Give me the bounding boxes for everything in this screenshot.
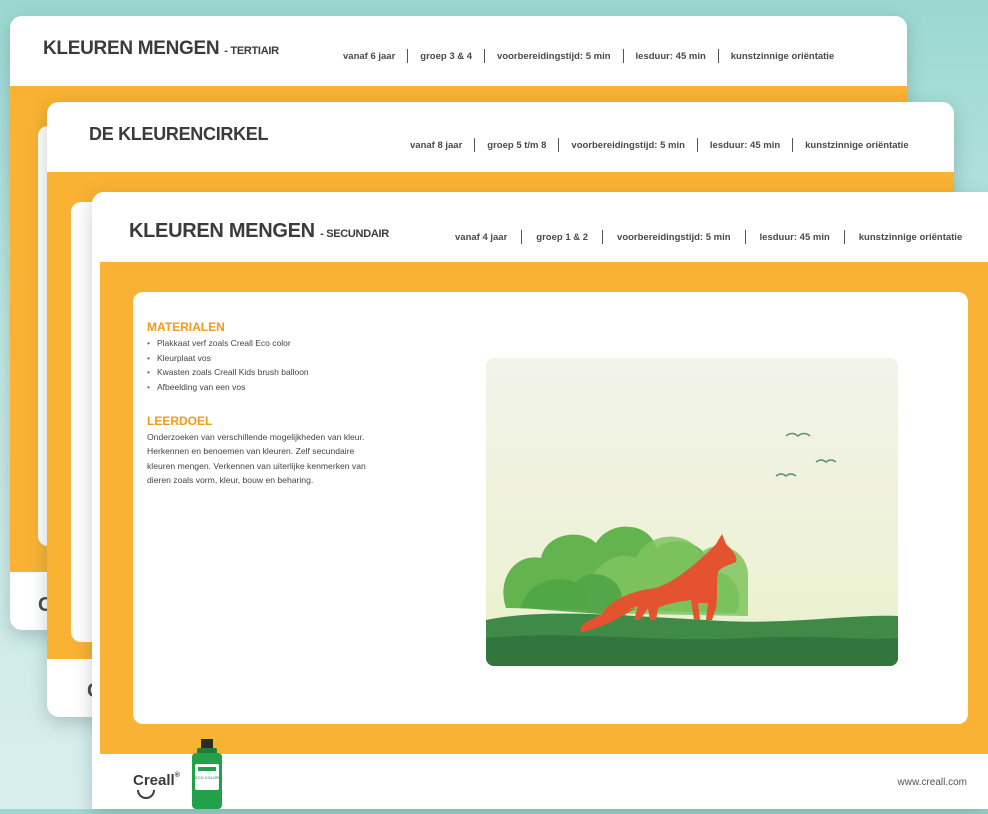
- meta-prep-time: voorbereidingstijd: 5 min: [497, 50, 611, 62]
- card-meta: vanaf 6 jaar groep 3 & 4 voorbereidingst…: [343, 49, 834, 63]
- creall-logo-text: Creall: [133, 772, 175, 789]
- goal-line: dieren zoals vorm, kleur, bouw en behari…: [147, 474, 314, 485]
- goal-line: Onderzoeken van verschillende mogelijkhe…: [147, 432, 365, 442]
- meta-divider: [792, 138, 794, 152]
- creall-logo-mark: ®: [174, 772, 180, 779]
- goal-heading: LEERDOEL: [147, 414, 213, 428]
- materials-item: Plakkaat verf zoals Creall Eco color: [147, 336, 309, 351]
- bottle-label: ECO COLOR: [195, 775, 219, 780]
- website-link[interactable]: www.creall.com: [898, 777, 967, 788]
- materials-item: Kwasten zoals Creall Kids brush balloon: [147, 365, 309, 380]
- card-title: DE KLEURENCIRKEL: [89, 124, 269, 144]
- goal-text: Onderzoeken van verschillende mogelijkhe…: [147, 430, 407, 487]
- card-title-text: KLEUREN MENGEN: [129, 220, 315, 242]
- meta-subject: kunstzinnige oriëntatie: [858, 231, 963, 243]
- meta-duration: lesduur: 45 min: [759, 231, 830, 243]
- card-subtitle: - SECUNDAIR: [320, 228, 389, 240]
- meta-subject: kunstzinnige oriëntatie: [730, 50, 835, 62]
- meta-age: vanaf 4 jaar: [455, 231, 508, 243]
- meta-divider: [474, 138, 476, 152]
- materials-item: Kleurplaat vos: [147, 351, 309, 366]
- goal-line: kleuren mengen. Verkennen van uiterlijke…: [147, 460, 366, 471]
- meta-group: groep 1 & 2: [536, 231, 589, 243]
- meta-duration: lesduur: 45 min: [635, 50, 706, 62]
- fox-painting-illustration: [486, 358, 898, 666]
- meta-divider: [717, 49, 719, 63]
- goal-line: Herkennen en benoemen van kleuren. Zelf …: [147, 446, 355, 457]
- meta-group: groep 5 t/m 8: [487, 139, 547, 151]
- meta-divider: [558, 138, 560, 152]
- materials-item: Afbeelding van een vos: [147, 380, 309, 395]
- meta-divider: [484, 49, 486, 63]
- meta-divider: [744, 230, 746, 244]
- meta-divider: [407, 49, 409, 63]
- meta-divider: [696, 138, 698, 152]
- card-subtitle: - TERTIAIR: [224, 45, 279, 57]
- meta-divider: [622, 49, 624, 63]
- meta-divider: [521, 230, 523, 244]
- fox-painting-image: [486, 358, 898, 666]
- card-header: KLEUREN MENGEN - SECUNDAIR vanaf 4 jaar …: [92, 192, 988, 262]
- meta-prep-time: voorbereidingstijd: 5 min: [617, 231, 731, 243]
- meta-group: groep 3 & 4: [420, 50, 473, 62]
- card-title: KLEUREN MENGEN - SECUNDAIR: [129, 220, 389, 243]
- meta-divider: [843, 230, 845, 244]
- card-inner-panel: MATERIALEN Plakkaat verf zoals Creall Ec…: [133, 292, 968, 724]
- creall-logo: Creall®: [133, 772, 180, 789]
- paint-bottle-image: ECO COLOR: [189, 739, 225, 809]
- card-meta: vanaf 4 jaar groep 1 & 2 voorbereidingst…: [455, 230, 962, 244]
- meta-age: vanaf 6 jaar: [343, 50, 396, 62]
- materials-heading: MATERIALEN: [147, 320, 225, 334]
- card-orange-panel: MATERIALEN Plakkaat verf zoals Creall Ec…: [100, 262, 988, 754]
- meta-divider: [602, 230, 604, 244]
- card-header: KLEUREN MENGEN - TERTIAIR vanaf 6 jaar g…: [10, 16, 907, 86]
- card-header: DE KLEURENCIRKEL vanaf 8 jaar groep 5 t/…: [47, 102, 954, 172]
- meta-age: vanaf 8 jaar: [410, 139, 463, 151]
- meta-subject: kunstzinnige oriëntatie: [805, 139, 909, 151]
- lesson-card-secundair[interactable]: KLEUREN MENGEN - SECUNDAIR vanaf 4 jaar …: [92, 192, 988, 809]
- card-meta: vanaf 8 jaar groep 5 t/m 8 voorbereiding…: [410, 138, 909, 152]
- card-title: KLEUREN MENGEN - TERTIAIR: [43, 38, 279, 60]
- card-title-text: KLEUREN MENGEN: [43, 38, 220, 59]
- materials-list: Plakkaat verf zoals Creall Eco color Kle…: [147, 336, 309, 394]
- meta-prep-time: voorbereidingstijd: 5 min: [571, 139, 685, 151]
- meta-duration: lesduur: 45 min: [709, 139, 781, 151]
